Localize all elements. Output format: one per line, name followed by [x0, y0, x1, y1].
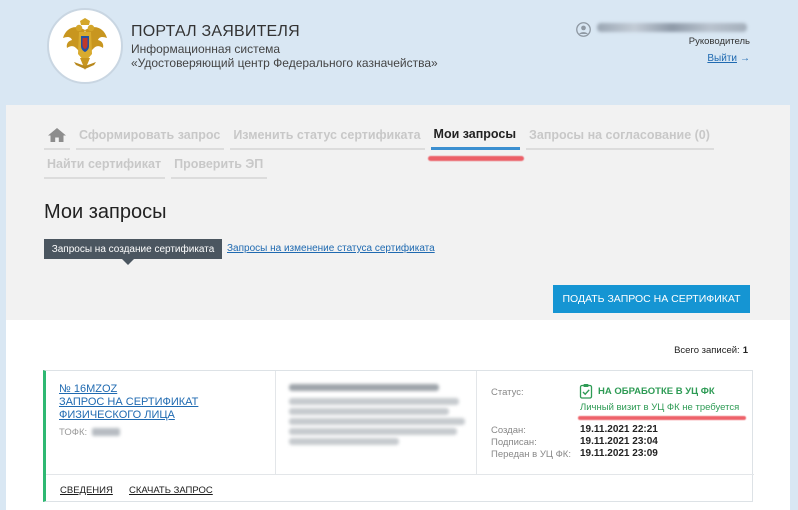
request-title-link[interactable]: ЗАПРОС НА СЕРТИФИКАТ ФИЗИЧЕСКОГО ЛИЦА [59, 396, 269, 422]
applicant-info-redacted [277, 371, 477, 474]
eagle-emblem-icon [63, 18, 107, 70]
status-value: НА ОБРАБОТКЕ В УЦ ФК [598, 386, 715, 397]
nav-verify-signature[interactable]: Проверить ЭП [171, 157, 268, 179]
sent-label: Передан в УЦ ФК: [491, 449, 571, 460]
request-status-column: Статус: НА ОБРАБОТКЕ В УЦ ФК Личный визи… [478, 371, 754, 474]
main-panel: Сформировать запрос Изменить статус серт… [6, 105, 790, 320]
nav-home[interactable] [44, 127, 70, 150]
request-card-actions: СВЕДЕНИЯ СКАЧАТЬ ЗАПРОС [46, 474, 754, 502]
redacted-line [289, 428, 457, 435]
signed-value: 19.11.2021 23:04 [580, 436, 658, 447]
logout-label: Выйти [707, 53, 737, 64]
total-records-value: 1 [742, 345, 748, 356]
subtab-status-change-requests[interactable]: Запросы на изменение статуса сертификата [227, 243, 435, 254]
portal-subtitle-line1: Информационная система [131, 42, 281, 56]
highlight-underline-status [578, 416, 746, 420]
clipboard-check-icon [579, 384, 593, 399]
user-icon [576, 22, 591, 37]
emblem-logo [47, 8, 123, 84]
header: ПОРТАЛ ЗАЯВИТЕЛЯ Информационная система … [0, 0, 798, 105]
main-nav-row2: Найти сертификат Проверить ЭП [44, 157, 273, 179]
subtab-create-requests[interactable]: Запросы на создание сертификата [44, 239, 222, 259]
nav-approval-requests[interactable]: Запросы на согласование (0) [526, 128, 714, 150]
main-nav-row1: Сформировать запрос Изменить статус серт… [44, 127, 720, 150]
redacted-line [289, 384, 439, 391]
submit-certificate-request-button[interactable]: ПОДАТЬ ЗАПРОС НА СЕРТИФИКАТ [553, 285, 750, 313]
tofk-value-redacted [92, 428, 120, 436]
page-title: Мои запросы [44, 201, 167, 223]
request-number-link[interactable]: № 16MZOZ [59, 383, 117, 395]
logout-link[interactable]: Выйти → [707, 53, 750, 64]
redacted-line [289, 438, 399, 445]
nav-create-request[interactable]: Сформировать запрос [76, 128, 225, 150]
total-records: Всего записей: 1 [674, 345, 748, 356]
details-link[interactable]: СВЕДЕНИЯ [60, 485, 113, 496]
request-card: № 16MZOZ ЗАПРОС НА СЕРТИФИКАТ ФИЗИЧЕСКОГ… [43, 370, 754, 502]
nav-change-cert-status[interactable]: Изменить статус сертификата [230, 128, 425, 150]
sent-value: 19.11.2021 23:09 [580, 448, 658, 459]
signed-label: Подписан: [491, 437, 537, 448]
status-label: Статус: [491, 387, 524, 398]
redacted-line [289, 408, 449, 415]
portal-subtitle-line2: «Удостоверяющий центр Федерального казна… [131, 56, 438, 70]
arrow-right-icon: → [740, 53, 750, 64]
home-icon [48, 128, 66, 142]
subtab-pointer [122, 259, 134, 265]
highlight-underline-nav [428, 156, 524, 161]
download-request-link[interactable]: СКАЧАТЬ ЗАПРОС [129, 485, 213, 496]
user-role: Руководитель [688, 36, 750, 47]
created-value: 19.11.2021 22:21 [580, 424, 658, 435]
nav-find-certificate[interactable]: Найти сертификат [44, 157, 166, 179]
created-label: Создан: [491, 425, 526, 436]
status-note: Личный визит в УЦ ФК не требуется [580, 402, 740, 413]
requests-list: Всего записей: 1 № 16MZOZ ЗАПРОС НА СЕРТИ… [6, 320, 790, 510]
portal-title: ПОРТАЛ ЗАЯВИТЕЛЯ [131, 23, 300, 40]
tofk-label: ТОФК: [59, 427, 88, 438]
redacted-line [289, 398, 459, 405]
nav-my-requests[interactable]: Мои запросы [430, 127, 521, 150]
request-info-column: № 16MZOZ ЗАПРОС НА СЕРТИФИКАТ ФИЗИЧЕСКОГ… [46, 371, 276, 474]
redacted-line [289, 418, 465, 425]
user-name-redacted [597, 23, 747, 32]
total-records-label: Всего записей: [674, 345, 740, 356]
